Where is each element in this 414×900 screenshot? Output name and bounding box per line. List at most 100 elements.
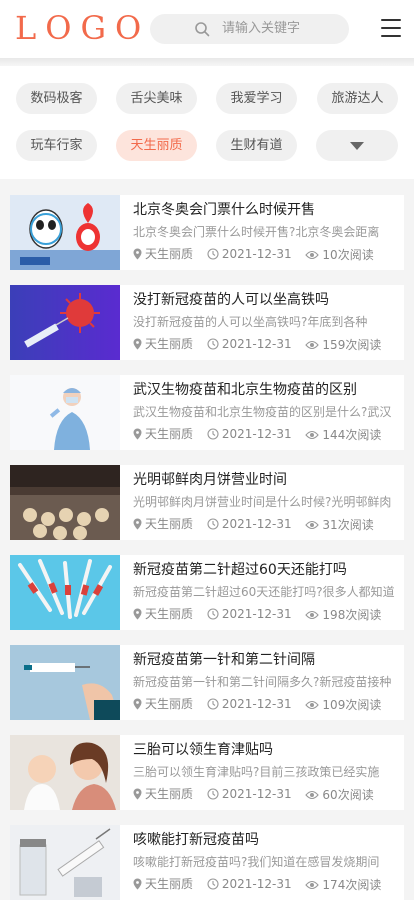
clock-icon	[207, 248, 219, 260]
eye-icon	[305, 520, 320, 530]
article-category[interactable]: 天生丽质	[133, 786, 193, 802]
article-views-label: 60次阅读	[322, 788, 374, 802]
article-thumbnail[interactable]	[10, 285, 120, 360]
article-thumbnail[interactable]	[10, 465, 120, 540]
article-category[interactable]: 天生丽质	[133, 426, 193, 442]
article-title[interactable]: 北京冬奥会门票什么时候开售	[133, 200, 398, 220]
article-summary: 新冠疫苗第一针和第二针间隔多久?新冠疫苗接种	[133, 675, 392, 689]
article-item[interactable]: 光明邨鲜肉月饼营业时间 光明邨鲜肉月饼营业时间是什么时候?光明邨鲜肉 天生丽质 …	[10, 465, 404, 540]
article-item[interactable]: 武汉生物疫苗和北京生物疫苗的区别 武汉生物疫苗和北京生物疫苗的区别是什么?武汉 …	[10, 375, 404, 450]
eye-icon	[305, 700, 320, 710]
article-category-label: 天生丽质	[145, 337, 194, 351]
clock-icon	[207, 788, 219, 800]
article-category[interactable]: 天生丽质	[133, 696, 193, 712]
article-title[interactable]: 新冠疫苗第一针和第二针间隔	[133, 650, 398, 670]
article-date-label: 2021-12-31	[221, 787, 292, 801]
article-date: 2021-12-31	[207, 246, 292, 262]
location-pin-icon	[133, 248, 142, 260]
site-logo[interactable]: LOGO	[15, 6, 150, 50]
hamburger-menu-icon[interactable]	[381, 19, 401, 37]
article-date-label: 2021-12-31	[221, 877, 292, 891]
article-views: 144次阅读	[305, 427, 381, 443]
article-meta: 天生丽质 2021-12-31 159次阅读	[133, 336, 391, 354]
location-pin-icon	[133, 878, 142, 890]
top-header: LOGO 请输入关键字	[0, 0, 414, 58]
article-category[interactable]: 天生丽质	[133, 876, 193, 892]
article-date-label: 2021-12-31	[221, 247, 292, 261]
article-views: 174次阅读	[305, 877, 381, 893]
article-summary: 没打新冠疫苗的人可以坐高铁吗?年底到各种	[133, 315, 368, 329]
article-thumbnail[interactable]	[10, 645, 120, 720]
article-title[interactable]: 武汉生物疫苗和北京生物疫苗的区别	[133, 380, 398, 400]
article-thumbnail[interactable]	[10, 375, 120, 450]
article-date: 2021-12-31	[207, 606, 292, 622]
clock-icon	[207, 518, 219, 530]
article-date-label: 2021-12-31	[221, 697, 292, 711]
clock-icon	[207, 878, 219, 890]
header-shadow	[0, 58, 414, 66]
eye-icon	[305, 790, 320, 800]
location-pin-icon	[133, 788, 142, 800]
category-tag[interactable]: 生财有道	[216, 130, 297, 161]
article-item[interactable]: 没打新冠疫苗的人可以坐高铁吗 没打新冠疫苗的人可以坐高铁吗?年底到各种 天生丽质…	[10, 285, 404, 360]
article-category-label: 天生丽质	[145, 877, 194, 891]
eye-icon	[305, 340, 320, 350]
article-item[interactable]: 北京冬奥会门票什么时候开售 北京冬奥会门票什么时候开售?北京冬奥会距离 天生丽质…	[10, 195, 404, 270]
article-meta: 天生丽质 2021-12-31 10次阅读	[133, 246, 384, 264]
article-meta: 天生丽质 2021-12-31 144次阅读	[133, 426, 391, 444]
category-panel: 数码极客 舌尖美味 我爱学习 旅游达人 玩车行家 天生丽质 生财有道	[0, 66, 414, 179]
article-category[interactable]: 天生丽质	[133, 246, 193, 262]
article-category[interactable]: 天生丽质	[133, 336, 193, 352]
article-views-label: 109次阅读	[322, 698, 382, 712]
expand-categories-button[interactable]	[316, 130, 398, 161]
eye-icon	[305, 250, 320, 260]
article-summary: 光明邨鲜肉月饼营业时间是什么时候?光明邨鲜肉	[133, 495, 392, 509]
search-icon	[195, 22, 210, 37]
clock-icon	[207, 428, 219, 440]
clock-icon	[207, 338, 219, 350]
location-pin-icon	[133, 698, 142, 710]
category-tag[interactable]: 旅游达人	[317, 83, 398, 114]
article-title[interactable]: 新冠疫苗第二针超过60天还能打吗	[133, 560, 398, 580]
category-tag-active[interactable]: 天生丽质	[116, 130, 197, 161]
article-date-label: 2021-12-31	[221, 427, 292, 441]
article-thumbnail[interactable]	[10, 825, 120, 900]
category-tag[interactable]: 我爱学习	[216, 83, 297, 114]
article-thumbnail[interactable]	[10, 555, 120, 630]
article-summary: 三胎可以领生育津贴吗?目前三孩政策已经实施	[133, 765, 380, 779]
article-category[interactable]: 天生丽质	[133, 606, 193, 622]
article-views-label: 144次阅读	[322, 428, 382, 442]
article-date: 2021-12-31	[207, 336, 292, 352]
eye-icon	[305, 610, 320, 620]
article-thumbnail[interactable]	[10, 735, 120, 810]
article-date-label: 2021-12-31	[221, 607, 292, 621]
article-meta: 天生丽质 2021-12-31 31次阅读	[133, 516, 384, 534]
article-item[interactable]: 咳嗽能打新冠疫苗吗 咳嗽能打新冠疫苗吗?我们知道在感冒发烧期间 天生丽质 202…	[10, 825, 404, 900]
article-views-label: 159次阅读	[322, 338, 382, 352]
search-input[interactable]: 请输入关键字	[150, 14, 349, 44]
eye-icon	[305, 430, 320, 440]
location-pin-icon	[133, 608, 142, 620]
article-meta: 天生丽质 2021-12-31 109次阅读	[133, 696, 391, 714]
clock-icon	[207, 608, 219, 620]
article-item[interactable]: 新冠疫苗第二针超过60天还能打吗 新冠疫苗第二针超过60天还能打吗?很多人都知道…	[10, 555, 404, 630]
article-title[interactable]: 三胎可以领生育津贴吗	[133, 740, 398, 760]
article-title[interactable]: 没打新冠疫苗的人可以坐高铁吗	[133, 290, 398, 310]
article-title[interactable]: 光明邨鲜肉月饼营业时间	[133, 470, 398, 490]
article-meta: 天生丽质 2021-12-31 174次阅读	[133, 876, 391, 894]
article-item[interactable]: 新冠疫苗第一针和第二针间隔 新冠疫苗第一针和第二针间隔多久?新冠疫苗接种 天生丽…	[10, 645, 404, 720]
article-category[interactable]: 天生丽质	[133, 516, 193, 532]
category-tag[interactable]: 数码极客	[16, 83, 97, 114]
article-date: 2021-12-31	[207, 696, 292, 712]
category-tag[interactable]: 玩车行家	[16, 130, 97, 161]
article-title[interactable]: 咳嗽能打新冠疫苗吗	[133, 830, 398, 850]
article-thumbnail[interactable]	[10, 195, 120, 270]
location-pin-icon	[133, 428, 142, 440]
article-views-label: 31次阅读	[322, 518, 374, 532]
article-views: 31次阅读	[305, 517, 374, 533]
article-date: 2021-12-31	[207, 876, 292, 892]
article-category-label: 天生丽质	[145, 697, 194, 711]
category-tag[interactable]: 舌尖美味	[116, 83, 197, 114]
clock-icon	[207, 698, 219, 710]
article-item[interactable]: 三胎可以领生育津贴吗 三胎可以领生育津贴吗?目前三孩政策已经实施 天生丽质 20…	[10, 735, 404, 810]
